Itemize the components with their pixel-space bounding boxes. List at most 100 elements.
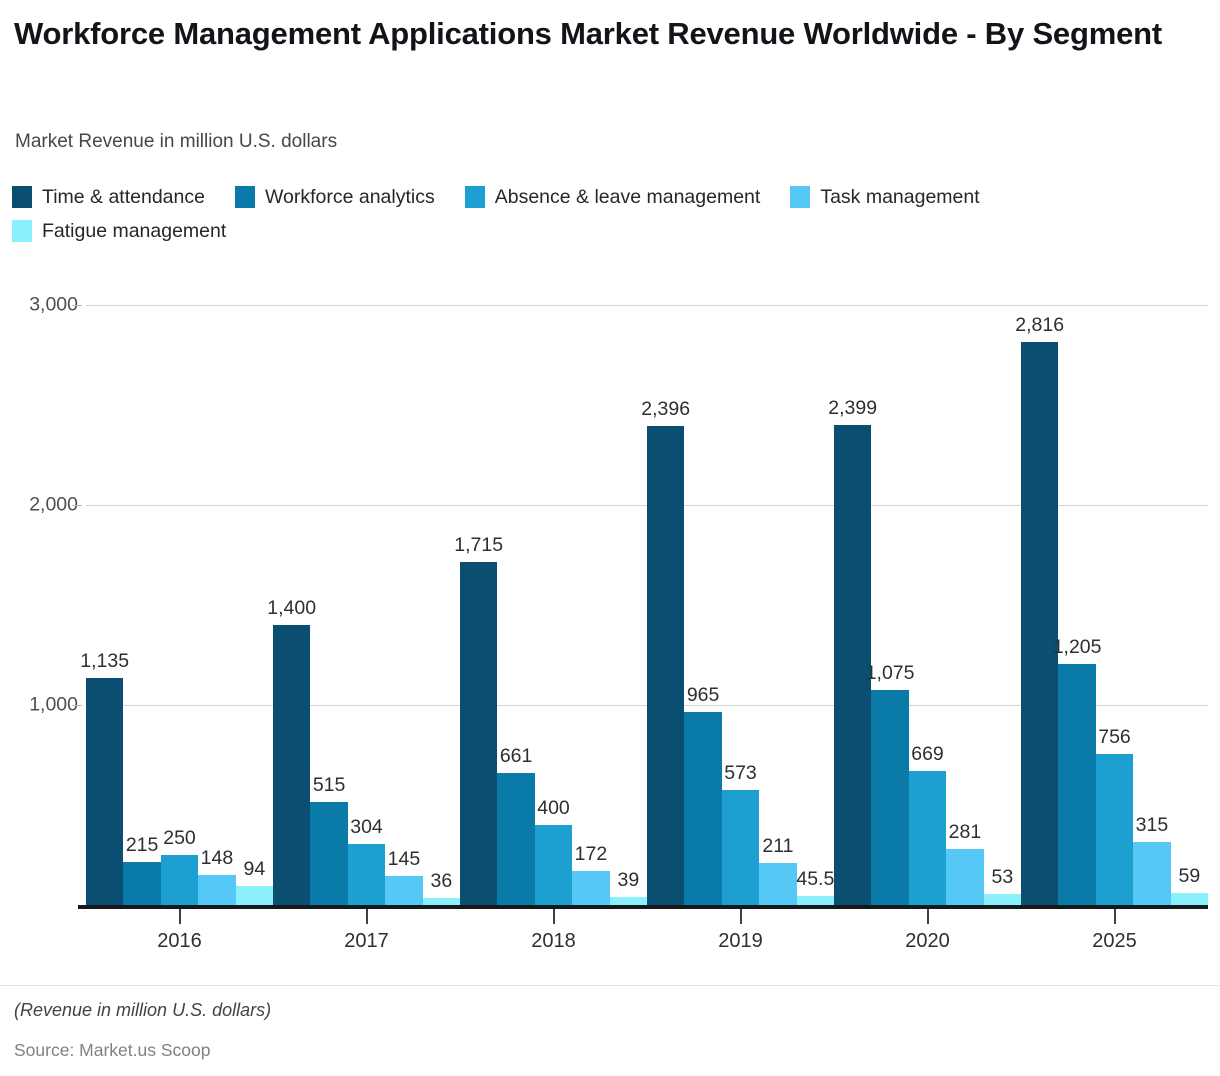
legend-swatch-icon xyxy=(790,186,810,208)
bar-slot: 661 xyxy=(497,305,534,905)
bar-value-label: 281 xyxy=(949,821,982,844)
bar-slot: 669 xyxy=(909,305,946,905)
source-label: Source: Market.us Scoop xyxy=(14,1040,210,1061)
legend-item-label: Time & attendance xyxy=(42,186,205,209)
bar-2018-2[interactable]: 400 xyxy=(535,825,572,905)
bar-slot: 315 xyxy=(1133,305,1170,905)
bar-value-label: 661 xyxy=(500,745,533,768)
x-axis-tick-label: 2016 xyxy=(157,930,202,953)
bar-slot: 39 xyxy=(610,305,647,905)
bar-slot: 2,816 xyxy=(1021,305,1058,905)
page-title: Workforce Management Applications Market… xyxy=(14,14,1164,55)
bar-slot: 1,205 xyxy=(1058,305,1095,905)
bar-value-label: 53 xyxy=(991,866,1013,889)
bar-slot: 400 xyxy=(535,305,572,905)
x-axis-tick-mark xyxy=(366,909,368,924)
bar-slot: 281 xyxy=(946,305,983,905)
bar-value-label: 45.5 xyxy=(796,868,834,891)
bar-2016-0[interactable]: 1,135 xyxy=(86,678,123,905)
bar-2016-2[interactable]: 250 xyxy=(161,855,198,905)
bar-value-label: 315 xyxy=(1136,814,1169,837)
bar-2025-4[interactable]: 59 xyxy=(1171,893,1208,905)
bar-2019-3[interactable]: 211 xyxy=(759,863,796,905)
bar-slot: 2,399 xyxy=(834,305,871,905)
legend-item-label: Fatigue management xyxy=(42,220,226,243)
legend-swatch-icon xyxy=(12,186,32,208)
bar-slot: 250 xyxy=(161,305,198,905)
bar-value-label: 2,396 xyxy=(641,398,690,421)
legend-item-0[interactable]: Time & attendance xyxy=(12,185,205,209)
bar-2019-1[interactable]: 965 xyxy=(684,712,721,905)
bar-value-label: 1,135 xyxy=(80,650,129,673)
y-axis-tick-mark xyxy=(72,505,82,506)
bar-2025-2[interactable]: 756 xyxy=(1096,754,1133,905)
bar-group-2016: 1,135215250148942016 xyxy=(86,305,273,905)
bar-slot: 573 xyxy=(722,305,759,905)
x-axis-tick-label: 2017 xyxy=(344,930,389,953)
bar-2020-1[interactable]: 1,075 xyxy=(871,690,908,905)
bar-value-label: 669 xyxy=(911,743,944,766)
legend-item-1[interactable]: Workforce analytics xyxy=(235,185,435,209)
bar-2020-4[interactable]: 53 xyxy=(984,894,1021,905)
bar-slot: 36 xyxy=(423,305,460,905)
bar-value-label: 172 xyxy=(575,843,608,866)
bar-2020-2[interactable]: 669 xyxy=(909,771,946,905)
legend-swatch-icon xyxy=(235,186,255,208)
bar-slot: 1,715 xyxy=(460,305,497,905)
bar-slot: 1,135 xyxy=(86,305,123,905)
legend-item-2[interactable]: Absence & leave management xyxy=(465,185,761,209)
bar-2018-3[interactable]: 172 xyxy=(572,871,609,905)
bar-value-label: 515 xyxy=(313,774,346,797)
bar-2017-4[interactable]: 36 xyxy=(423,898,460,905)
legend-swatch-icon xyxy=(465,186,485,208)
legend-swatch-icon xyxy=(12,220,32,242)
bar-2025-0[interactable]: 2,816 xyxy=(1021,342,1058,905)
bar-value-label: 2,816 xyxy=(1015,314,1064,337)
bar-value-label: 573 xyxy=(724,762,757,785)
bar-value-label: 965 xyxy=(687,684,720,707)
bar-value-label: 39 xyxy=(617,869,639,892)
bar-slot: 1,075 xyxy=(871,305,908,905)
bar-2017-0[interactable]: 1,400 xyxy=(273,625,310,905)
bar-value-label: 1,400 xyxy=(267,597,316,620)
bar-2025-3[interactable]: 315 xyxy=(1133,842,1170,905)
chart-legend: Time & attendance Workforce analytics Abse… xyxy=(12,185,1208,253)
bar-2019-0[interactable]: 2,396 xyxy=(647,426,684,905)
bar-group-2017: 1,400515304145362017 xyxy=(273,305,460,905)
x-axis-line xyxy=(78,905,1208,909)
bar-value-label: 1,715 xyxy=(454,534,503,557)
x-axis-tick-label: 2025 xyxy=(1092,930,1137,953)
bar-value-label: 756 xyxy=(1098,726,1131,749)
legend-item-4[interactable]: Fatigue management xyxy=(12,219,226,243)
bar-groups: 1,1352152501489420161,400515304145362017… xyxy=(86,305,1208,905)
bar-2017-2[interactable]: 304 xyxy=(348,844,385,905)
x-axis-tick-mark xyxy=(927,909,929,924)
bar-value-label: 400 xyxy=(537,797,570,820)
bar-2017-3[interactable]: 145 xyxy=(385,876,422,905)
bar-slot: 2,396 xyxy=(647,305,684,905)
x-axis-tick-mark xyxy=(553,909,555,924)
bar-slot: 59 xyxy=(1171,305,1208,905)
bar-2025-1[interactable]: 1,205 xyxy=(1058,664,1095,905)
bar-slot: 756 xyxy=(1096,305,1133,905)
bar-value-label: 2,399 xyxy=(828,397,877,420)
bar-slot: 1,400 xyxy=(273,305,310,905)
bar-2018-0[interactable]: 1,715 xyxy=(460,562,497,905)
bar-value-label: 211 xyxy=(762,835,793,858)
bar-2016-3[interactable]: 148 xyxy=(198,875,235,905)
bar-2018-4[interactable]: 39 xyxy=(610,897,647,905)
bar-group-2020: 2,3991,075669281532020 xyxy=(834,305,1021,905)
bar-2016-1[interactable]: 215 xyxy=(123,862,160,905)
bar-2020-3[interactable]: 281 xyxy=(946,849,983,905)
bar-2018-1[interactable]: 661 xyxy=(497,773,534,905)
bar-2019-2[interactable]: 573 xyxy=(722,790,759,905)
y-axis-tick-label: 2,000 xyxy=(0,494,78,517)
x-axis-tick-mark xyxy=(179,909,181,924)
x-axis-tick-label: 2019 xyxy=(718,930,763,953)
bar-2017-1[interactable]: 515 xyxy=(310,802,347,905)
legend-item-3[interactable]: Task management xyxy=(790,185,979,209)
bar-2019-4[interactable]: 45.5 xyxy=(797,896,834,905)
bar-value-label: 215 xyxy=(126,834,159,857)
bar-2016-4[interactable]: 94 xyxy=(236,886,273,905)
bar-slot: 148 xyxy=(198,305,235,905)
